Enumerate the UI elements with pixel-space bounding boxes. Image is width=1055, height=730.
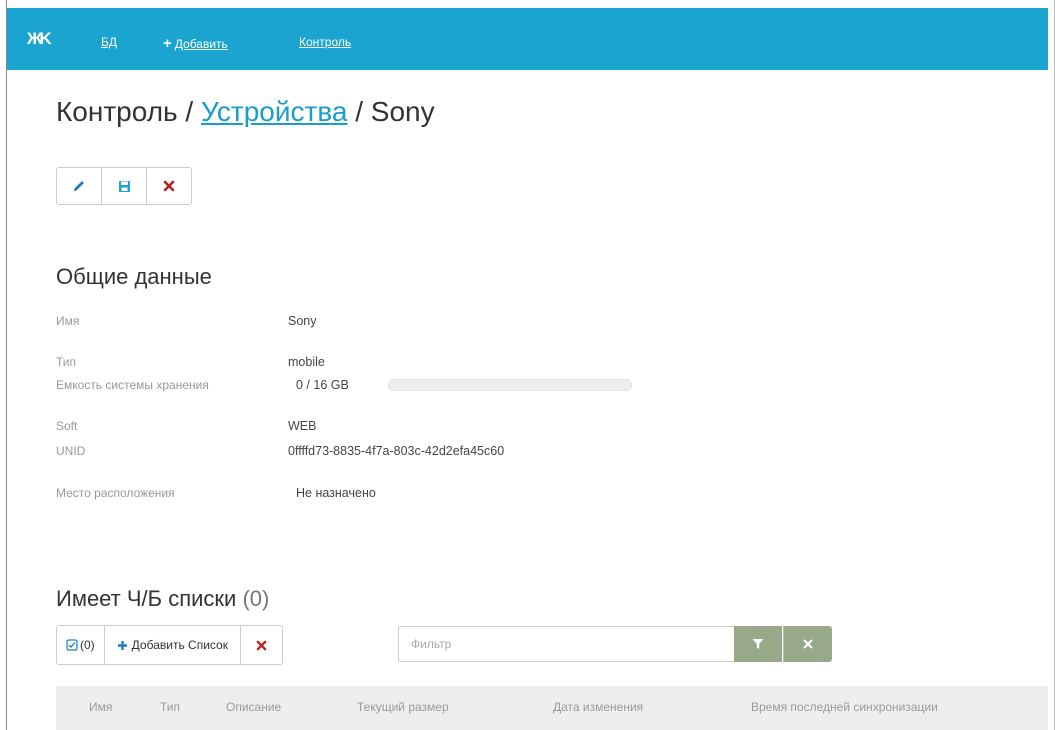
section-title-general: Общие данные: [56, 264, 212, 289]
clear-filter-button[interactable]: [783, 626, 832, 662]
page-title: Контроль / Устройства / Sony: [56, 96, 435, 128]
pencil-icon: [74, 181, 84, 191]
select-all-button[interactable]: (0): [57, 626, 105, 664]
checkbox-icon: [66, 639, 78, 651]
nav-link-add-label: Добавить: [174, 37, 228, 51]
field-value-name: Sony: [288, 314, 317, 328]
device-actions: [56, 167, 192, 205]
save-button[interactable]: [102, 168, 147, 204]
field-label-name: Имя: [56, 314, 80, 328]
lists-count: (0): [242, 586, 270, 611]
section-title-lists: Имеет Ч/Б списки (0): [56, 586, 269, 612]
filter-icon: [752, 639, 764, 649]
column-header-type[interactable]: Тип: [160, 700, 180, 714]
delete-button[interactable]: [147, 168, 191, 204]
nav-link-db[interactable]: БД: [101, 35, 117, 49]
column-header-last-sync[interactable]: Время последней синхронизации: [751, 700, 938, 714]
field-value-unid: 0ffffd73-8835-4f7a-803c-42d2efa45c60: [288, 444, 505, 458]
lists-table-header: Имя Тип Описание Текущий размер Дата изм…: [56, 686, 1048, 730]
apply-filter-button[interactable]: [734, 626, 782, 662]
field-label-type: Тип: [56, 355, 77, 369]
field-label-location: Место расположения: [56, 486, 175, 500]
section-title-lists-label: Имеет Ч/Б списки: [56, 586, 237, 611]
column-header-name[interactable]: Имя: [89, 700, 112, 714]
field-label-soft: Soft: [56, 419, 78, 433]
field-value-location: Не назначено: [296, 486, 376, 500]
nav-link-control[interactable]: Контроль: [299, 35, 351, 49]
close-icon: [256, 640, 267, 650]
add-list-button[interactable]: Добавить Список: [105, 626, 241, 664]
column-header-modified-date[interactable]: Дата изменения: [553, 700, 643, 714]
save-icon: [118, 180, 130, 192]
breadcrumb-root: Контроль: [56, 96, 178, 127]
field-value-storage: 0 / 16 GB: [296, 378, 349, 392]
breadcrumb-separator: /: [185, 96, 194, 127]
storage-progress-bar: [388, 379, 632, 391]
close-icon: [163, 180, 175, 192]
app-logo[interactable]: ЖK: [27, 30, 57, 48]
field-label-storage: Емкость системы хранения: [56, 378, 209, 392]
column-header-description[interactable]: Описание: [226, 700, 281, 714]
lists-toolbar: (0) Добавить Список: [56, 625, 283, 665]
close-icon: [803, 639, 813, 649]
remove-list-button[interactable]: [241, 626, 282, 664]
field-value-soft: WEB: [288, 419, 317, 433]
selected-count: (0): [80, 638, 95, 652]
filter-input[interactable]: [398, 626, 734, 662]
edit-button[interactable]: [57, 168, 102, 204]
field-value-type: mobile: [288, 355, 325, 369]
plus-icon: +: [163, 35, 172, 52]
field-label-unid: UNID: [56, 444, 86, 458]
nav-link-add[interactable]: + Добавить: [163, 35, 228, 52]
column-header-current-size[interactable]: Текущий размер: [357, 700, 449, 714]
breadcrumb-separator: /: [355, 96, 364, 127]
plus-icon: [117, 640, 127, 650]
top-navbar: ЖK БД + Добавить Контроль: [7, 8, 1048, 70]
breadcrumb-link-devices[interactable]: Устройства: [201, 96, 347, 127]
breadcrumb-current: Sony: [370, 96, 435, 127]
add-list-label: Добавить Список: [131, 638, 228, 652]
